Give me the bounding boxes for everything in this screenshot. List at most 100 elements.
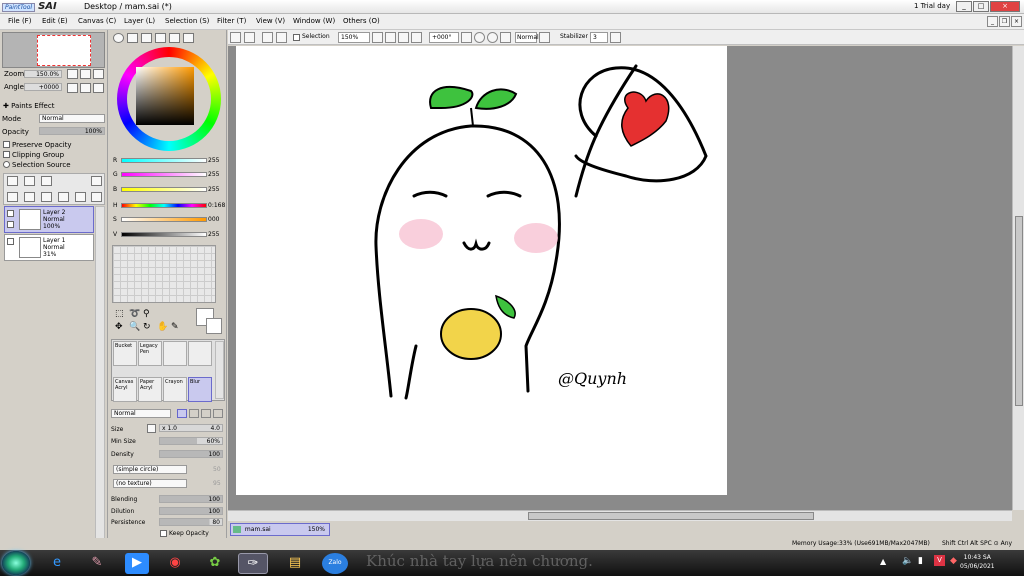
menu-filter[interactable]: Filter (T) bbox=[217, 17, 246, 25]
new-set-layer-icon[interactable] bbox=[24, 176, 35, 186]
scratchpad-mode-icon[interactable] bbox=[183, 33, 194, 43]
menu-view[interactable]: View (V) bbox=[256, 17, 285, 25]
selection-source-radio[interactable] bbox=[3, 161, 10, 168]
menu-selection[interactable]: Selection (S) bbox=[165, 17, 209, 25]
document-tab[interactable]: mam.sai 150% bbox=[230, 523, 330, 536]
angle-dropdown-icon[interactable] bbox=[461, 32, 472, 43]
menu-file[interactable]: File (F) bbox=[8, 17, 31, 25]
hsv-slider-mode-icon[interactable] bbox=[141, 33, 152, 43]
tray-app2-icon[interactable]: ◆ bbox=[950, 556, 957, 566]
move-icon[interactable]: ✥ bbox=[115, 322, 123, 332]
zoom-in-icon[interactable] bbox=[398, 32, 409, 43]
ie-icon[interactable]: e bbox=[42, 553, 72, 574]
g-slider[interactable] bbox=[121, 172, 207, 177]
close-button[interactable]: × bbox=[990, 1, 1020, 12]
deselect-icon[interactable] bbox=[262, 32, 273, 43]
brush-texture-select[interactable]: (no texture) bbox=[113, 479, 187, 488]
intermediate-color-icon[interactable] bbox=[155, 33, 166, 43]
flip-horizontal-icon[interactable] bbox=[500, 32, 511, 43]
tool-legacy-pen[interactable]: Legacy Pen bbox=[138, 341, 162, 366]
s-slider[interactable] bbox=[121, 217, 207, 222]
brush-shape-round-icon[interactable] bbox=[189, 409, 199, 418]
layer-mode-select[interactable]: Normal bbox=[39, 114, 105, 123]
rgb-slider-mode-icon[interactable] bbox=[127, 33, 138, 43]
dilution-bar[interactable]: 100 bbox=[159, 507, 223, 515]
swatches-mode-icon[interactable] bbox=[169, 33, 180, 43]
tool-paper-acryl[interactable]: Paper Acryl bbox=[138, 377, 162, 402]
zoom-icon[interactable]: 🔍 bbox=[129, 322, 140, 332]
zalo-icon[interactable]: Zalo bbox=[322, 553, 348, 574]
menu-others[interactable]: Others (O) bbox=[343, 17, 380, 25]
h-slider[interactable] bbox=[121, 203, 207, 208]
magic-wand-icon[interactable]: ⚲ bbox=[143, 309, 150, 319]
mdi-minimize-icon[interactable]: _ bbox=[987, 16, 998, 27]
tool-canvas-acryl[interactable]: Canvas Acryl bbox=[113, 377, 137, 402]
tool-empty[interactable] bbox=[188, 341, 212, 366]
blending-bar[interactable]: 100 bbox=[159, 495, 223, 503]
layer-item[interactable]: Layer 2 Normal 100% bbox=[4, 206, 94, 233]
menu-edit[interactable]: Edit (E) bbox=[42, 17, 68, 25]
tool-empty[interactable] bbox=[163, 341, 187, 366]
invert-selection-icon[interactable] bbox=[276, 32, 287, 43]
toolbar-zoom-select[interactable]: 150% bbox=[338, 32, 370, 43]
layer-lock-icon[interactable] bbox=[75, 192, 86, 202]
marquee-icon[interactable]: ⬚ bbox=[115, 309, 124, 319]
menu-layer[interactable]: Layer (L) bbox=[124, 17, 155, 25]
angle-value[interactable]: +0000 bbox=[24, 83, 62, 91]
network-icon[interactable]: ▮ bbox=[918, 556, 923, 566]
tool-crayon[interactable]: Crayon bbox=[163, 377, 187, 402]
zoom-reset-button[interactable] bbox=[93, 69, 104, 79]
redo-icon[interactable] bbox=[244, 32, 255, 43]
layer-opacity-bar[interactable]: 100% bbox=[39, 127, 105, 135]
toolbar-angle-select[interactable]: +000° bbox=[429, 32, 459, 43]
selection-checkbox[interactable] bbox=[293, 34, 300, 41]
delete-layer-icon[interactable] bbox=[58, 192, 69, 202]
minimize-button[interactable]: _ bbox=[956, 1, 972, 12]
new-folder-icon[interactable] bbox=[41, 176, 52, 186]
brush-shape-soft-icon[interactable] bbox=[201, 409, 211, 418]
size-bar[interactable]: x 1.0 4.0 bbox=[159, 424, 223, 432]
hand-icon[interactable]: ✋ bbox=[157, 322, 168, 332]
rotate-ccw-icon[interactable] bbox=[474, 32, 485, 43]
toolbar-blend-select[interactable]: Normal bbox=[515, 32, 539, 43]
brush-blend-select[interactable]: Normal bbox=[111, 409, 171, 418]
color-swatch-grid[interactable] bbox=[112, 245, 216, 303]
layer-options-icon[interactable] bbox=[91, 176, 102, 186]
app-icon[interactable]: ✿ bbox=[200, 553, 230, 574]
zoom-out-button[interactable] bbox=[67, 69, 78, 79]
maximize-button[interactable]: □ bbox=[973, 1, 989, 12]
merge-down-icon[interactable] bbox=[24, 192, 35, 202]
transfer-down-icon[interactable] bbox=[7, 192, 18, 202]
zoom-value[interactable]: 150.0% bbox=[24, 70, 62, 78]
tray-up-icon[interactable]: ▲ bbox=[880, 557, 886, 566]
paint-tool-sai-icon[interactable]: ✑ bbox=[238, 553, 268, 574]
rotate-cw-icon[interactable] bbox=[487, 32, 498, 43]
r-slider[interactable] bbox=[121, 158, 207, 163]
stabilizer-dropdown-icon[interactable] bbox=[610, 32, 621, 43]
min-size-bar[interactable]: 60% bbox=[159, 437, 223, 445]
new-layer-icon[interactable] bbox=[7, 176, 18, 186]
canvas-area[interactable]: @Quynh bbox=[228, 46, 1012, 510]
brush-shape-flat-icon[interactable] bbox=[213, 409, 223, 418]
b-slider[interactable] bbox=[121, 187, 207, 192]
zoom-app-icon[interactable]: ▶ bbox=[125, 553, 149, 574]
file-explorer-icon[interactable]: ▤ bbox=[280, 553, 310, 574]
clear-layer-icon[interactable] bbox=[41, 192, 52, 202]
chrome-icon[interactable]: ◉ bbox=[160, 553, 190, 574]
vertical-scroll-thumb[interactable] bbox=[1015, 216, 1023, 406]
eye-icon[interactable] bbox=[7, 210, 14, 217]
rotate-right-button[interactable] bbox=[80, 83, 91, 93]
eye-icon[interactable] bbox=[7, 238, 14, 245]
layer-scrollbar[interactable] bbox=[95, 206, 105, 546]
zoom-fit-icon[interactable] bbox=[411, 32, 422, 43]
eyedropper-icon[interactable]: ✎ bbox=[171, 322, 179, 332]
color-wheel-mode-icon[interactable] bbox=[113, 33, 124, 43]
density-bar[interactable]: 100 bbox=[159, 450, 223, 458]
persistence-bar[interactable]: 80 bbox=[159, 518, 223, 526]
paints-effect-header[interactable]: ✚ Paints Effect bbox=[3, 102, 54, 110]
paint-icon[interactable]: ✎ bbox=[82, 553, 112, 574]
keep-opacity-checkbox[interactable] bbox=[160, 530, 167, 537]
mdi-restore-icon[interactable]: ❐ bbox=[999, 16, 1010, 27]
stabilizer-select[interactable]: 3 bbox=[590, 32, 608, 43]
horizontal-scrollbar[interactable] bbox=[228, 510, 1012, 521]
